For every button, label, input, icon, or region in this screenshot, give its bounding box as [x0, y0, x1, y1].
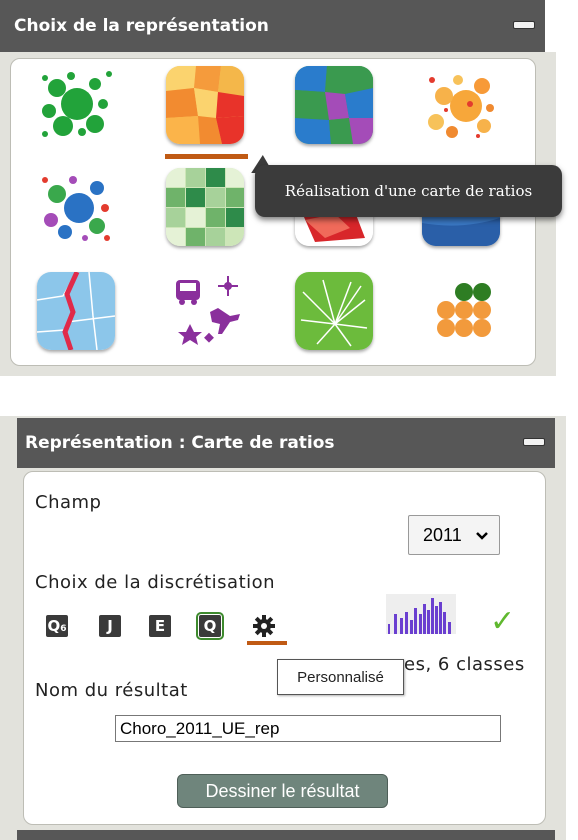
grid-map-icon[interactable]: [166, 168, 244, 246]
representation-panel-title: Choix de la représentation: [14, 16, 269, 36]
equal-interval-button[interactable]: E: [149, 615, 171, 637]
waffle-chart-icon[interactable]: [422, 272, 500, 350]
field-label: Champ: [35, 492, 102, 513]
chevron-down-icon: [475, 527, 489, 548]
draw-result-button[interactable]: Dessiner le résultat: [177, 774, 388, 808]
minimize-icon[interactable]: [513, 21, 535, 29]
symbols-map-icon[interactable]: [166, 272, 244, 350]
quantile-button[interactable]: Q: [196, 612, 224, 640]
field-select[interactable]: 2011: [408, 515, 500, 555]
settings-panel-header: Représentation : Carte de ratios: [17, 418, 555, 468]
selected-underline: [165, 154, 248, 159]
colored-circles-icon[interactable]: [37, 168, 115, 246]
settings-panel-title: Représentation : Carte de ratios: [25, 433, 335, 453]
result-name-input[interactable]: [115, 715, 501, 742]
typology-map-icon[interactable]: [295, 66, 373, 144]
quantile6-button[interactable]: Q6: [46, 615, 68, 637]
ratio-map-tooltip: Réalisation d'une carte de ratios: [255, 165, 562, 217]
validate-check-icon[interactable]: ✓: [490, 604, 515, 639]
histogram-icon[interactable]: [386, 594, 456, 638]
minimize-icon[interactable]: [523, 438, 545, 446]
gear-icon[interactable]: [251, 613, 277, 643]
next-panel-header: [17, 830, 555, 840]
discretization-label: Choix de la discrétisation: [35, 572, 276, 593]
discretization-info: es, 6 classes: [404, 654, 525, 675]
circles-on-choropleth-icon[interactable]: [422, 66, 500, 144]
borders-map-icon[interactable]: [37, 272, 115, 350]
flows-map-icon[interactable]: [295, 272, 373, 350]
proportional-circles-icon[interactable]: [37, 66, 115, 144]
jenks-button[interactable]: J: [99, 615, 121, 637]
ratio-map-icon[interactable]: [166, 66, 244, 144]
result-name-label: Nom du résultat: [35, 680, 188, 701]
custom-selected-underline: [247, 641, 287, 645]
field-select-value: 2011: [423, 524, 462, 545]
custom-tooltip: Personnalisé: [277, 659, 404, 695]
representation-panel-header: Choix de la représentation: [0, 0, 545, 52]
